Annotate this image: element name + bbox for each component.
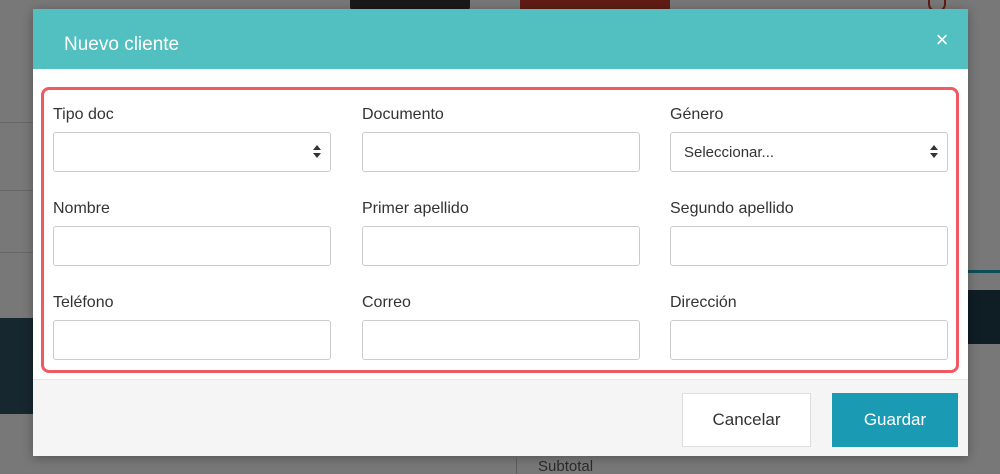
new-client-modal: Nuevo cliente × Tipo doc Documento Géner… [33,9,968,456]
direccion-label: Dirección [670,294,737,311]
tipo-doc-label: Tipo doc [53,106,114,123]
modal-footer: Cancelar Guardar [33,379,968,456]
genero-select[interactable]: Seleccionar... [670,132,948,172]
direccion-input[interactable] [670,320,948,360]
cancel-button[interactable]: Cancelar [682,393,811,447]
correo-input[interactable] [362,320,640,360]
select-arrows-icon [930,145,938,159]
save-button[interactable]: Guardar [832,393,958,447]
modal-title: Nuevo cliente [64,34,180,55]
documento-label: Documento [362,106,444,123]
segundo-apellido-label: Segundo apellido [670,200,794,217]
client-form: Tipo doc Documento Género Seleccionar...… [41,87,959,373]
field-tipo-doc: Tipo doc [53,105,331,172]
telefono-input[interactable] [53,320,331,360]
primer-apellido-input[interactable] [362,226,640,266]
tipo-doc-select[interactable] [53,132,331,172]
primer-apellido-label: Primer apellido [362,200,469,217]
select-arrows-icon [313,145,321,159]
genero-selected-value: Seleccionar... [684,144,775,161]
documento-input[interactable] [362,132,640,172]
modal-header: Nuevo cliente × [33,9,968,69]
nombre-input[interactable] [53,226,331,266]
nombre-label: Nombre [53,200,110,217]
field-genero: Género Seleccionar... [670,105,948,172]
segundo-apellido-input[interactable] [670,226,948,266]
close-icon[interactable]: × [931,29,953,51]
telefono-label: Teléfono [53,294,114,311]
genero-label: Género [670,106,724,123]
correo-label: Correo [362,294,411,311]
